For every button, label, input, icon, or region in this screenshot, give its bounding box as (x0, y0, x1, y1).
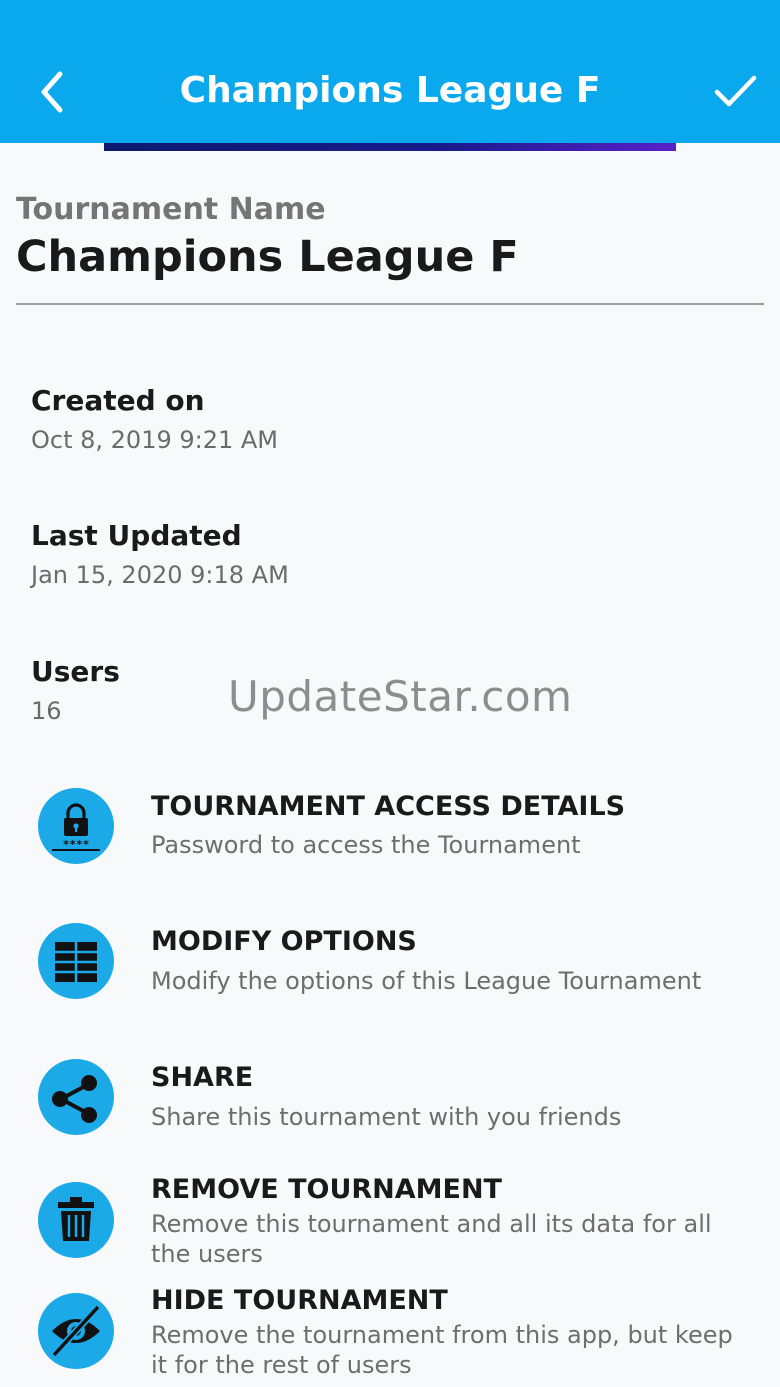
tournament-name-label: Tournament Name (16, 192, 326, 227)
lock-password-icon: **** (38, 788, 114, 864)
back-chevron-icon (41, 71, 63, 113)
action-title: MODIFY OPTIONS (151, 926, 417, 957)
watermark: UpdateStar.com (228, 672, 573, 721)
tournament-name-input[interactable]: Champions League F (16, 232, 519, 282)
action-hide-tournament[interactable]: HIDE TOURNAMENT Remove the tournament fr… (0, 1283, 780, 1383)
action-subtitle: Share this tournament with you friends (151, 1103, 622, 1131)
trash-icon (38, 1182, 114, 1258)
action-title: TOURNAMENT ACCESS DETAILS (151, 791, 626, 822)
progress-indicator (104, 143, 676, 151)
action-access-details[interactable]: **** TOURNAMENT ACCESS DETAILS Password … (0, 785, 780, 885)
back-button[interactable] (30, 62, 78, 122)
users-label: Users (31, 655, 120, 688)
action-subtitle: Password to access the Tournament (151, 831, 581, 859)
action-subtitle: Modify the options of this League Tourna… (151, 967, 702, 995)
last-updated-value: Jan 15, 2020 9:18 AM (31, 561, 289, 589)
created-on-label: Created on (31, 384, 205, 417)
share-icon (38, 1059, 114, 1135)
page-title: Champions League F (179, 70, 601, 111)
users-count: 16 (31, 697, 62, 725)
action-subtitle: Remove this tournament and all its data … (151, 1210, 712, 1268)
app-bar: Champions League F (0, 0, 780, 143)
checkmark-icon (714, 75, 757, 107)
eye-off-icon (38, 1293, 114, 1369)
confirm-button[interactable] (710, 66, 760, 116)
created-on-value: Oct 8, 2019 9:21 AM (31, 426, 279, 454)
last-updated-label: Last Updated (31, 519, 242, 552)
action-remove-tournament[interactable]: REMOVE TOURNAMENT Remove this tournament… (0, 1172, 780, 1272)
action-subtitle: Remove the tournament from this app, but… (151, 1321, 733, 1379)
action-title: HIDE TOURNAMENT (151, 1285, 448, 1316)
table-grid-icon (38, 923, 114, 999)
action-modify-options[interactable]: MODIFY OPTIONS Modify the options of thi… (0, 920, 780, 1020)
action-share[interactable]: SHARE Share this tournament with you fri… (0, 1056, 780, 1156)
action-title: SHARE (151, 1062, 254, 1093)
input-underline (16, 303, 764, 305)
action-title: REMOVE TOURNAMENT (151, 1174, 502, 1205)
